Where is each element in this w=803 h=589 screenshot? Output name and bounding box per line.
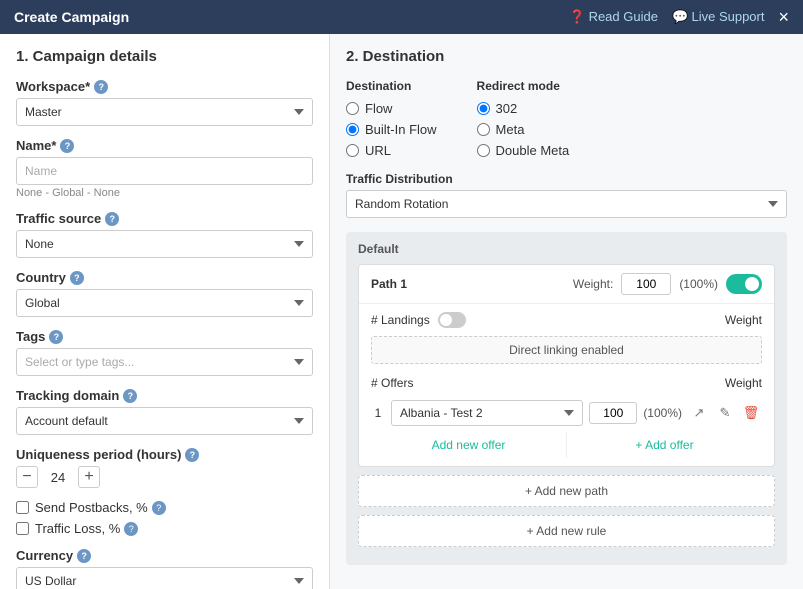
- traffic-loss-label: Traffic Loss, % ?: [35, 521, 138, 536]
- redirect-302-label: 302: [496, 101, 518, 116]
- read-guide-link[interactable]: ❓ Read Guide: [569, 9, 658, 25]
- country-select[interactable]: Global: [16, 289, 313, 317]
- currency-select[interactable]: US Dollar: [16, 567, 313, 589]
- add-new-rule-button[interactable]: + Add new rule: [358, 515, 775, 547]
- redirect-mode-col-title: Redirect mode: [477, 79, 570, 93]
- traffic-source-select[interactable]: None: [16, 230, 313, 258]
- traffic-dist-select[interactable]: Random Rotation: [346, 190, 787, 218]
- redirect-double-meta-label: Double Meta: [496, 143, 570, 158]
- workspace-help-icon[interactable]: ?: [94, 80, 108, 94]
- uniqueness-help-icon[interactable]: ?: [185, 448, 199, 462]
- question-icon: ❓: [569, 9, 585, 24]
- send-postbacks-label: Send Postbacks, % ?: [35, 500, 166, 515]
- name-hint: None - Global - None: [16, 187, 313, 199]
- send-postbacks-checkbox[interactable]: [16, 501, 29, 514]
- offer-weight-input[interactable]: [589, 402, 637, 424]
- chat-icon: 💬: [672, 9, 688, 24]
- default-label: Default: [358, 242, 775, 256]
- offers-label: # Offers: [371, 376, 725, 390]
- close-button[interactable]: ×: [778, 8, 789, 26]
- path-title: Path 1: [371, 277, 565, 291]
- add-new-path-button[interactable]: + Add new path: [358, 475, 775, 507]
- name-label: Name*: [16, 138, 56, 153]
- destination-col-title: Destination: [346, 79, 437, 93]
- uniqueness-value: 24: [46, 470, 70, 485]
- offer-percent: (100%): [643, 406, 682, 420]
- currency-label: Currency: [16, 548, 73, 563]
- traffic-loss-help-icon[interactable]: ?: [124, 522, 138, 536]
- add-new-offer-button[interactable]: Add new offer: [371, 432, 567, 458]
- destination-flow-label: Flow: [365, 101, 392, 116]
- destination-builtin-radio[interactable]: [346, 123, 359, 136]
- tracking-domain-help-icon[interactable]: ?: [123, 389, 137, 403]
- direct-link-button[interactable]: Direct linking enabled: [371, 336, 762, 364]
- send-postbacks-help-icon[interactable]: ?: [152, 501, 166, 515]
- traffic-source-label: Traffic source: [16, 211, 101, 226]
- offer-edit-button[interactable]: ✎: [714, 402, 736, 424]
- landings-toggle[interactable]: [438, 312, 466, 328]
- landings-toggle-slider: [438, 312, 466, 328]
- traffic-dist-label: Traffic Distribution: [346, 172, 787, 186]
- country-help-icon[interactable]: ?: [70, 271, 84, 285]
- destination-builtin-label: Built-In Flow: [365, 122, 437, 137]
- right-section-title: 2. Destination: [346, 48, 787, 65]
- path-weight-input[interactable]: [621, 273, 671, 295]
- modal-title: Create Campaign: [14, 9, 129, 25]
- path-weight-percent: (100%): [679, 277, 718, 291]
- uniqueness-decrement-button[interactable]: −: [16, 466, 38, 488]
- left-section-title: 1. Campaign details: [16, 48, 313, 65]
- redirect-meta-label: Meta: [496, 122, 525, 137]
- redirect-double-meta-radio[interactable]: [477, 144, 490, 157]
- destination-flow-radio[interactable]: [346, 102, 359, 115]
- uniqueness-label: Uniqueness period (hours): [16, 447, 181, 462]
- workspace-select[interactable]: Master: [16, 98, 313, 126]
- offers-weight-label: Weight: [725, 376, 762, 390]
- offer-row: 1 Albania - Test 2 (100%) ↗ ✎ 🗑: [371, 400, 762, 426]
- tracking-domain-select[interactable]: Account default: [16, 407, 313, 435]
- destination-url-label: URL: [365, 143, 391, 158]
- offer-number: 1: [371, 406, 385, 420]
- path-toggle[interactable]: [726, 274, 762, 294]
- destination-url-radio[interactable]: [346, 144, 359, 157]
- offer-external-link-button[interactable]: ↗: [688, 402, 710, 424]
- tags-label: Tags: [16, 329, 45, 344]
- offer-delete-button[interactable]: 🗑: [740, 402, 762, 424]
- weight-label: Weight:: [573, 277, 613, 291]
- offer-select[interactable]: Albania - Test 2: [391, 400, 583, 426]
- landings-weight-label: Weight: [725, 313, 762, 327]
- workspace-label: Workspace*: [16, 79, 90, 94]
- country-label: Country: [16, 270, 66, 285]
- tags-help-icon[interactable]: ?: [49, 330, 63, 344]
- redirect-302-radio[interactable]: [477, 102, 490, 115]
- uniqueness-increment-button[interactable]: +: [78, 466, 100, 488]
- tracking-domain-label: Tracking domain: [16, 388, 119, 403]
- traffic-source-help-icon[interactable]: ?: [105, 212, 119, 226]
- name-input[interactable]: [16, 157, 313, 185]
- currency-help-icon[interactable]: ?: [77, 549, 91, 563]
- toggle-slider: [726, 274, 762, 294]
- landings-label: # Landings: [371, 313, 430, 327]
- live-support-link[interactable]: 💬 Live Support: [672, 9, 765, 25]
- add-offer-button[interactable]: + Add offer: [567, 432, 762, 458]
- name-help-icon[interactable]: ?: [60, 139, 74, 153]
- traffic-loss-checkbox[interactable]: [16, 522, 29, 535]
- redirect-meta-radio[interactable]: [477, 123, 490, 136]
- tags-select[interactable]: Select or type tags...: [16, 348, 313, 376]
